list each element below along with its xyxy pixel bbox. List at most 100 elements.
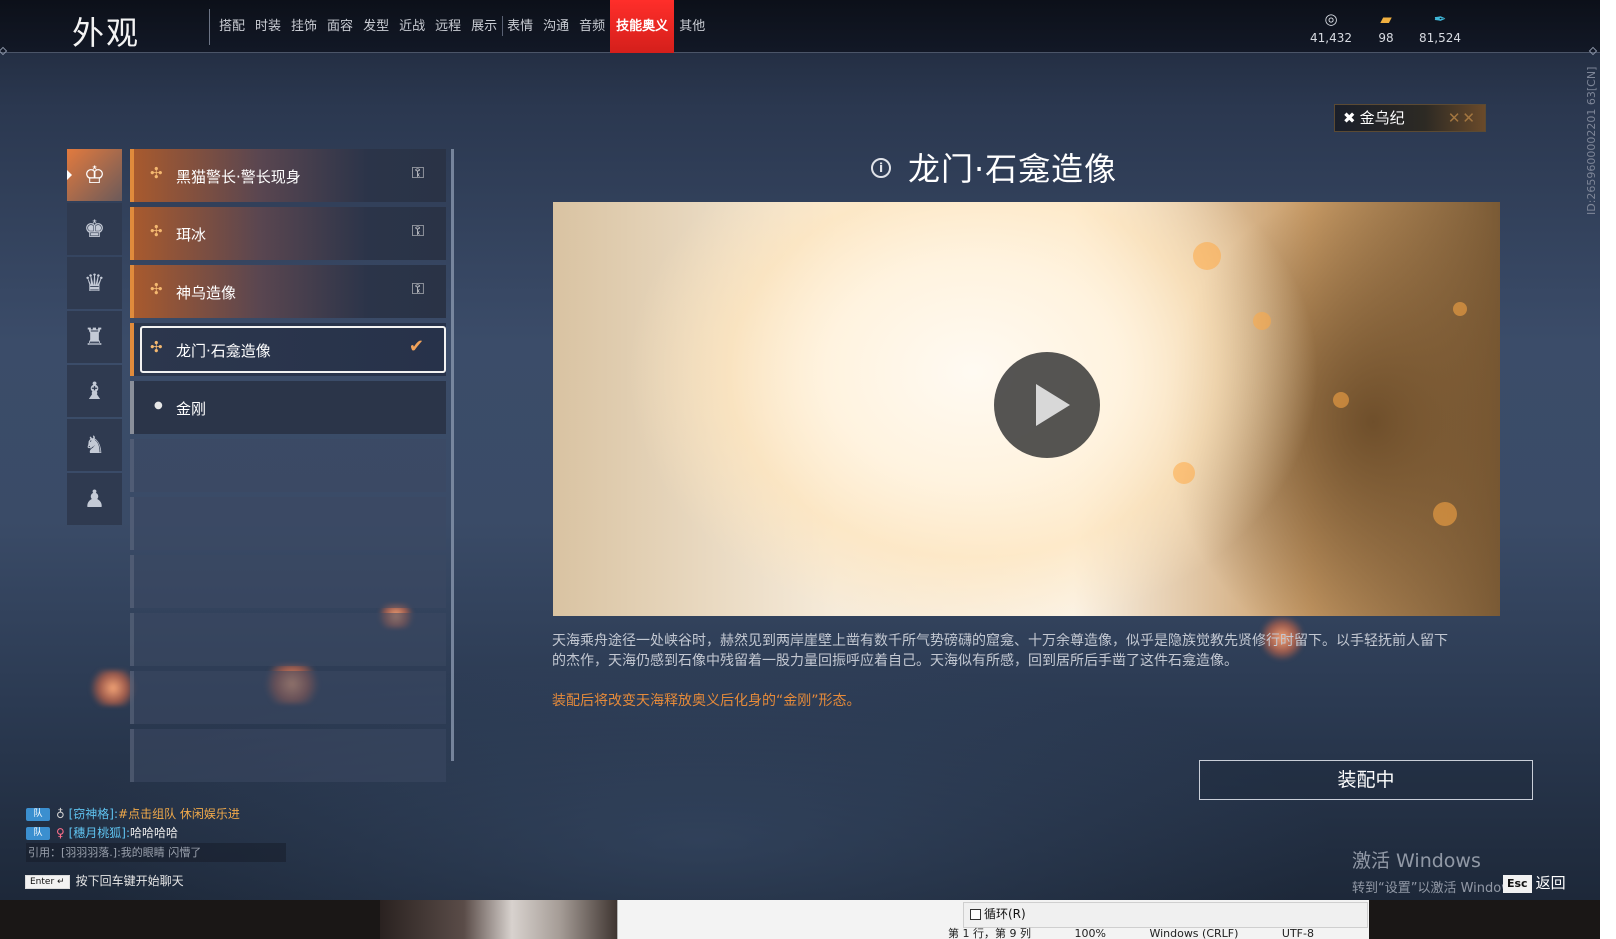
- back-label: 返回: [1535, 874, 1566, 892]
- rail-item-6[interactable]: ♟: [67, 473, 122, 525]
- empty-slot: [130, 555, 446, 608]
- play-icon: [1036, 384, 1070, 426]
- cursor-position: 第 1 行，第 9 列: [948, 927, 1031, 939]
- bokeh-light: [1193, 242, 1221, 270]
- skill-label: 珥冰: [176, 226, 207, 244]
- team-channel-icon: 队: [26, 808, 50, 821]
- enter-key-icon: Enter ↵: [25, 874, 70, 889]
- statue-icon: ♜: [83, 323, 106, 351]
- equip-note: 装配后将改变天海释放奥义后化身的“金刚”形态。: [552, 693, 861, 709]
- bokeh-light: [1333, 392, 1349, 408]
- tab-5[interactable]: 近战: [394, 0, 430, 53]
- skill-item[interactable]: ● 金刚: [130, 381, 446, 434]
- tab-3[interactable]: 面容: [322, 0, 358, 53]
- feather-icon: ✒: [1433, 10, 1447, 28]
- empty-slot: [130, 497, 446, 550]
- skill-label: 神乌造像: [176, 284, 237, 302]
- top-bar: 外观 搭配 时装 挂饰 面容 发型 近战 远程 展示 表情 沟通 音频 技能奥义 其他 ◎ 41,432…: [0, 0, 1600, 53]
- empty-slot: [130, 729, 446, 782]
- encoding: UTF-8: [1281, 927, 1314, 939]
- skill-list: ✣ 黑猫警长·警长现身 ⚿ ✣ 珥冰 ⚿ ✣ 神乌造像 ⚿ ✣ 龙门·石龛造像 ✔ ● 金刚: [130, 149, 446, 787]
- tab-8[interactable]: 表情: [502, 0, 538, 53]
- lock-icon: ⚿: [411, 163, 424, 182]
- lock-icon: ⚿: [411, 279, 424, 298]
- esc-key-icon: Esc: [1503, 874, 1532, 893]
- player-id: ID:2659600002201 63[CN]: [1585, 66, 1598, 215]
- tab-11[interactable]: 技能奥义: [610, 0, 675, 53]
- statue-4-icon: ♟: [83, 485, 106, 513]
- screen-edge: [1600, 0, 1616, 939]
- tab-10[interactable]: 音频: [574, 0, 612, 53]
- tab-6[interactable]: 远程: [430, 0, 466, 53]
- empty-slot: [130, 439, 446, 492]
- line-ending: Windows (CRLF): [1149, 927, 1239, 939]
- info-icon[interactable]: i: [871, 158, 891, 178]
- statue-2-icon: ♝: [83, 377, 106, 405]
- rail-item-3[interactable]: ♜: [67, 311, 122, 363]
- tab-7[interactable]: 展示: [466, 0, 504, 53]
- tab-1[interactable]: 时装: [250, 0, 286, 53]
- back-button[interactable]: Esc 返回: [1503, 872, 1566, 893]
- chat-box: 队 ♁ [窃神格]:#点击组队 休闲娱乐进 队 ♀ [穗月桃狐]:哈哈哈哈 引用：[…: [26, 805, 286, 862]
- checkmark-icon: ✔: [408, 336, 424, 357]
- category-rail: ♔ ♚ ♛ ♜ ♝ ♞ ♟: [67, 149, 122, 527]
- tab-4[interactable]: 发型: [358, 0, 394, 53]
- chat-message: 队 ♀ [穗月桃狐]:哈哈哈哈: [26, 824, 286, 843]
- empty-slot: [130, 613, 446, 666]
- skill-sparkle-icon: ✣: [150, 280, 163, 298]
- female-icon: ♀: [56, 826, 69, 840]
- badge-ornament-icon: ✕✕: [1447, 109, 1477, 127]
- rail-item-1[interactable]: ♚: [67, 203, 122, 255]
- currency-value: 81,524: [1419, 31, 1461, 45]
- skill-sparkle-icon: ✣: [150, 164, 163, 182]
- faction-label: 金乌纪: [1359, 109, 1405, 127]
- chat-quote: 引用：[羽羽羽落.]:我的眼睛 闪懵了: [26, 843, 286, 862]
- activation-title: 激活 Windows: [1352, 850, 1481, 872]
- tab-9[interactable]: 沟通: [538, 0, 574, 53]
- tab-2[interactable]: 挂饰: [286, 0, 322, 53]
- title-divider: [209, 9, 210, 45]
- skill-label: 黑猫警长·警长现身: [176, 168, 301, 186]
- preview-video[interactable]: [553, 202, 1500, 616]
- skill-label: 龙门·石龛造像: [176, 342, 271, 360]
- skill-item[interactable]: ✣ 珥冰 ⚿: [130, 207, 446, 260]
- zoom-level: 100%: [1074, 927, 1106, 939]
- rail-item-5[interactable]: ♞: [67, 419, 122, 471]
- tab-0[interactable]: 搭配: [214, 0, 250, 53]
- skill-title: 龙门·石龛造像: [908, 150, 1118, 188]
- play-button[interactable]: [994, 352, 1100, 458]
- bokeh-light: [1173, 462, 1195, 484]
- chat-hint-text: 按下回车键开始聊天: [75, 874, 184, 888]
- skill-item[interactable]: ✣ 龙门·石龛造像 ✔: [130, 323, 446, 376]
- page-title: 外观: [72, 14, 141, 52]
- skill-label: 金刚: [176, 400, 207, 418]
- rail-item-0[interactable]: ♔: [67, 149, 122, 201]
- game-window: 外观 搭配 时装 挂饰 面容 发型 近战 远程 展示 表情 沟通 音频 技能奥义 其他 ◎ 41,432…: [0, 0, 1600, 900]
- dot-icon: ●: [154, 400, 163, 411]
- faction-badge[interactable]: ✖ 金乌纪 ✕✕: [1334, 104, 1486, 132]
- chat-sender[interactable]: [穗月桃狐]:: [69, 826, 130, 840]
- chat-message: 队 ♁ [窃神格]:#点击组队 休闲娱乐进: [26, 805, 286, 824]
- skill-item[interactable]: ✣ 黑猫警长·警长现身 ⚿: [130, 149, 446, 202]
- chat-sender[interactable]: [窃神格]:: [69, 807, 118, 821]
- status-bar: 第 1 行，第 9 列 100% Windows (CRLF) UTF-8: [948, 928, 1368, 939]
- skill-sparkle-icon: ✣: [150, 338, 163, 356]
- loop-checkbox[interactable]: 循环(R): [963, 902, 1368, 928]
- skill-sparkle-icon: ✣: [150, 222, 163, 240]
- list-scrollbar[interactable]: [451, 149, 454, 761]
- chat-hint[interactable]: Enter ↵ 按下回车键开始聊天: [25, 872, 184, 889]
- chat-quote-line: 引用：[羽羽羽落.]:我的眼睛 闪懵了: [26, 843, 286, 862]
- currency-feather: ✒ 81,524: [1405, 10, 1475, 45]
- gender-icon: ♁: [56, 807, 69, 821]
- loop-label: 循环(R): [984, 907, 1026, 921]
- skill-item[interactable]: ✣ 神乌造像 ⚿: [130, 265, 446, 318]
- rail-item-4[interactable]: ♝: [67, 365, 122, 417]
- statue-3-icon: ♞: [83, 431, 106, 459]
- tab-12[interactable]: 其他: [674, 0, 710, 53]
- avatar-pose-icon: ♔: [83, 161, 106, 189]
- checkbox-icon: [970, 909, 981, 920]
- team-channel-icon: 队: [26, 827, 50, 840]
- equip-button[interactable]: 装配中: [1199, 760, 1533, 800]
- rail-item-2[interactable]: ♛: [67, 257, 122, 309]
- avatar-pose-2-icon: ♚: [83, 215, 106, 243]
